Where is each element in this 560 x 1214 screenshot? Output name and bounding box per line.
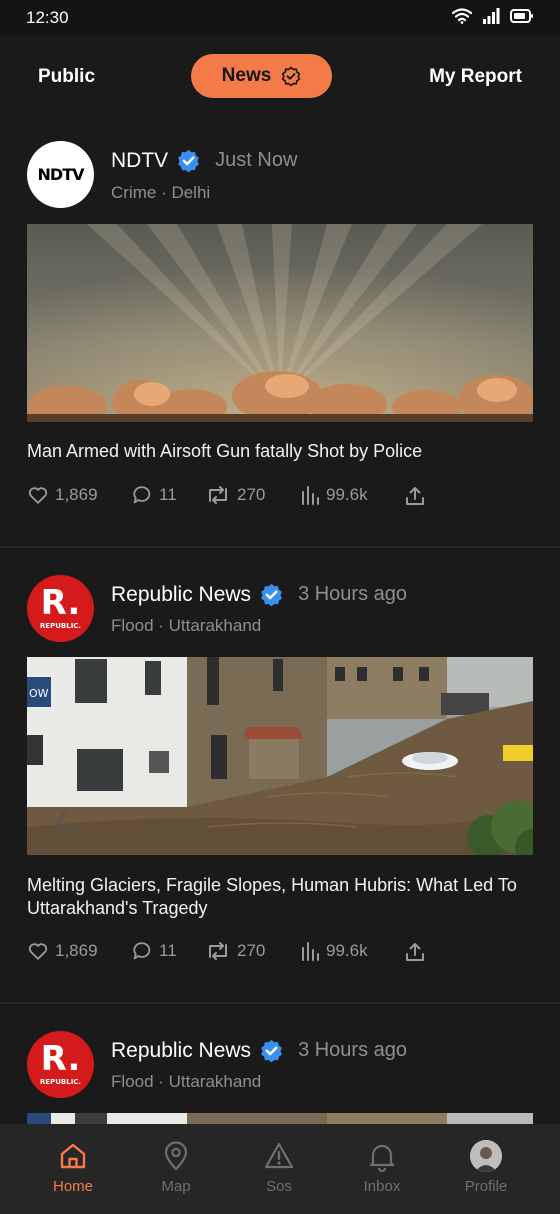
stats-icon	[302, 942, 319, 961]
share-button[interactable]	[403, 940, 427, 964]
post-headline[interactable]: Melting Glaciers, Fragile Slopes, Human …	[27, 874, 537, 920]
stats-icon	[302, 486, 319, 505]
profile-avatar	[470, 1140, 502, 1172]
tab-news-label: News	[221, 65, 272, 86]
wifi-icon	[452, 8, 472, 24]
tab-my-report[interactable]: My Report	[429, 66, 522, 88]
verified-icon	[178, 149, 200, 173]
bottom-nav: Home Map Sos Inbox Profile	[0, 1124, 560, 1214]
share-icon	[406, 487, 424, 505]
divider	[0, 546, 560, 548]
like-count: 1,869	[55, 485, 98, 504]
nav-profile-label: Profile	[464, 1178, 508, 1195]
source-avatar[interactable]: R. REPUBLIC.	[27, 1031, 94, 1098]
status-bar: 12:30	[0, 0, 560, 36]
repost-button[interactable]: 270	[205, 940, 265, 962]
comment-button[interactable]: 11	[131, 940, 177, 962]
nav-map-label: Map	[161, 1178, 191, 1195]
republic-logo-wordmark: REPUBLIC.	[39, 621, 82, 630]
post-image[interactable]	[27, 224, 533, 422]
flood-image	[27, 1113, 533, 1124]
comment-icon	[133, 486, 151, 504]
source-name[interactable]: Republic News	[111, 583, 251, 607]
post-timestamp: 3 Hours ago	[298, 1039, 408, 1061]
source-name[interactable]: Republic News	[111, 1039, 251, 1063]
top-tabs: Public News My Report	[0, 54, 560, 100]
views-count: 99.6k	[326, 941, 368, 960]
nav-profile[interactable]: Profile	[446, 1140, 526, 1195]
post-timestamp: Just Now	[215, 149, 298, 171]
source-avatar[interactable]: R. REPUBLIC.	[27, 575, 94, 642]
badge-check-icon	[282, 66, 301, 86]
post-card[interactable]: R. REPUBLIC. Republic News 3 Hours ago F…	[0, 1014, 560, 1124]
post-timestamp: 3 Hours ago	[298, 583, 408, 605]
post-card[interactable]: R. REPUBLIC. Republic News 3 Hours ago F…	[0, 558, 560, 1004]
home-icon	[60, 1143, 86, 1169]
republic-logo: R.	[40, 1038, 81, 1079]
battery-icon	[510, 9, 533, 23]
map-pin-icon	[164, 1141, 188, 1171]
heart-icon	[28, 943, 48, 960]
news-feed[interactable]: NDTV NDTV Just Now Crime · Delhi Man Arm…	[0, 124, 560, 1124]
tab-public[interactable]: Public	[38, 66, 95, 88]
nav-home-label: Home	[52, 1178, 93, 1195]
warning-icon	[264, 1142, 294, 1169]
flood-image: OW	[27, 657, 533, 855]
sunrays-image	[27, 224, 533, 422]
source-row: Republic News 3 Hours ago	[111, 1038, 407, 1063]
post-headline[interactable]: Man Armed with Airsoft Gun fatally Shot …	[27, 440, 537, 463]
heart-icon	[28, 487, 48, 504]
nav-sos-label: Sos	[266, 1178, 292, 1195]
comment-button[interactable]: 11	[131, 484, 177, 506]
divider	[0, 1002, 560, 1004]
verified-icon	[261, 583, 282, 607]
profile-photo	[470, 1140, 502, 1172]
verified-icon	[261, 1039, 282, 1063]
post-meta: Crime · Delhi	[111, 183, 211, 202]
nav-inbox[interactable]: Inbox	[342, 1140, 422, 1195]
source-row: Republic News 3 Hours ago	[111, 582, 407, 607]
nav-map[interactable]: Map	[136, 1140, 216, 1195]
like-button[interactable]: 1,869	[27, 940, 98, 962]
repost-button[interactable]: 270	[205, 484, 265, 506]
sign-text: OW	[29, 687, 49, 700]
status-time: 12:30	[26, 8, 69, 27]
repost-icon	[209, 486, 227, 504]
source-name[interactable]: NDTV	[111, 149, 168, 173]
bell-icon	[369, 1144, 395, 1172]
post-meta: Flood · Uttarakhand	[111, 616, 262, 635]
post-image[interactable]	[27, 1113, 533, 1124]
share-icon	[406, 943, 424, 961]
comment-count: 11	[159, 941, 177, 960]
post-image[interactable]: OW	[27, 657, 533, 855]
ndtv-logo: NDTV	[37, 165, 85, 184]
status-icons	[452, 8, 534, 24]
like-button[interactable]: 1,869	[27, 484, 98, 506]
views-count: 99.6k	[326, 485, 368, 504]
tab-news[interactable]: News	[191, 54, 332, 98]
repost-count: 270	[237, 941, 266, 960]
views-button[interactable]: 99.6k	[300, 940, 368, 962]
post-actions: 1,869 11 270 99.6k	[27, 940, 447, 968]
repost-icon	[209, 942, 227, 960]
signal-icon	[483, 8, 500, 24]
source-avatar[interactable]: NDTV	[27, 141, 94, 208]
comment-count: 11	[159, 485, 177, 504]
nav-home[interactable]: Home	[33, 1140, 113, 1195]
nav-sos[interactable]: Sos	[239, 1140, 319, 1195]
republic-logo-wordmark: REPUBLIC.	[39, 1077, 82, 1086]
views-button[interactable]: 99.6k	[300, 484, 368, 506]
source-row: NDTV Just Now	[111, 148, 297, 173]
post-actions: 1,869 11 270 99.6k	[27, 484, 447, 512]
post-meta: Flood · Uttarakhand	[111, 1072, 262, 1091]
post-card[interactable]: NDTV NDTV Just Now Crime · Delhi Man Arm…	[0, 124, 560, 548]
republic-logo: R.	[40, 582, 81, 623]
nav-inbox-label: Inbox	[363, 1178, 401, 1195]
repost-count: 270	[237, 485, 266, 504]
comment-icon	[133, 942, 151, 960]
like-count: 1,869	[55, 941, 98, 960]
share-button[interactable]	[403, 484, 427, 508]
